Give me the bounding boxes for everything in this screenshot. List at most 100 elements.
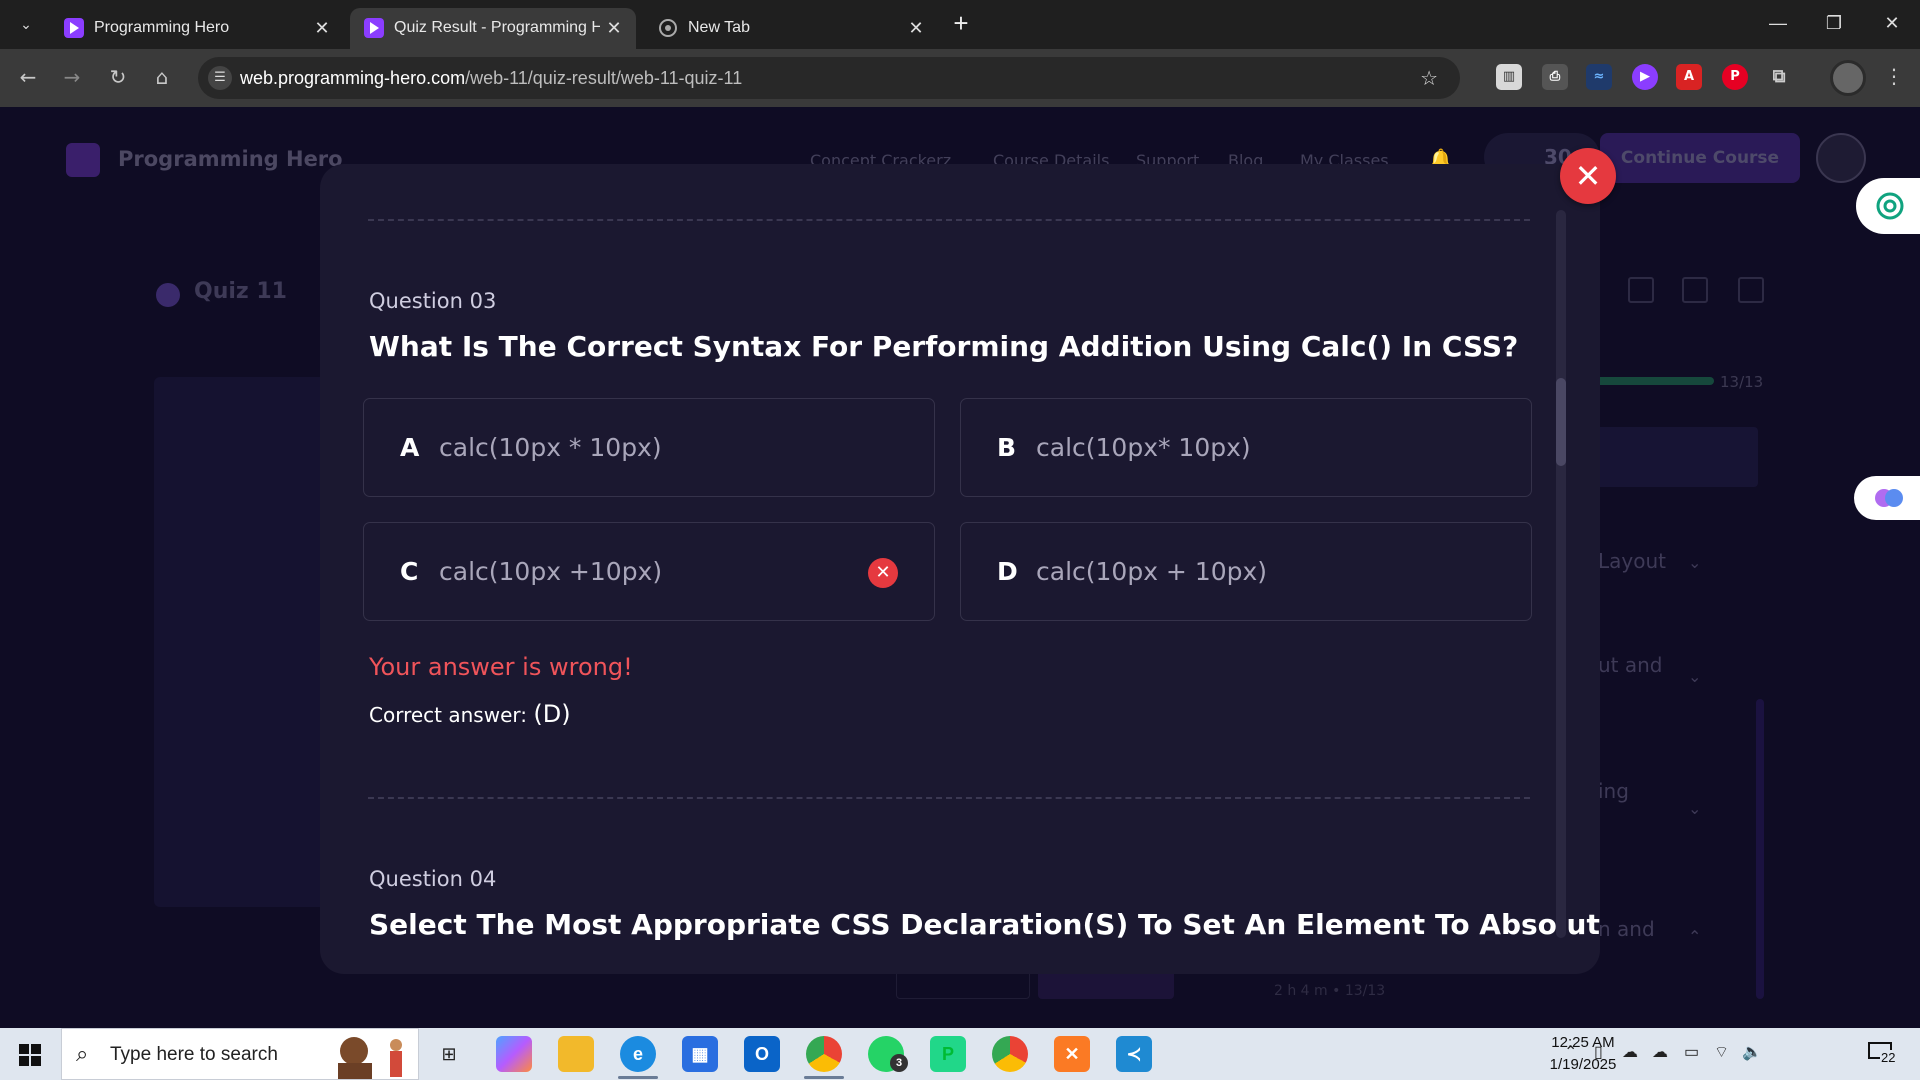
- chevron-down-icon[interactable]: ⌄: [1688, 799, 1701, 818]
- clock-time[interactable]: 12:25 AM: [1538, 1034, 1628, 1051]
- edge-icon[interactable]: e: [620, 1036, 656, 1072]
- tab-close-icon[interactable]: ✕: [312, 18, 332, 38]
- option-letter: D: [997, 557, 1018, 586]
- site-info-icon[interactable]: ☰: [208, 66, 232, 90]
- user-avatar[interactable]: [1816, 133, 1866, 183]
- home-icon[interactable]: ⌂: [148, 63, 176, 91]
- modal-scrollbar[interactable]: [1556, 210, 1566, 938]
- tab-programming-hero[interactable]: Programming Hero ✕: [50, 8, 344, 49]
- question-text: What Is The Correct Syntax For Performin…: [369, 330, 1519, 363]
- clock-date[interactable]: 1/19/2025: [1538, 1056, 1628, 1073]
- task-view-icon[interactable]: ⊞: [431, 1036, 467, 1072]
- extension-play-icon[interactable]: ▶: [1632, 64, 1658, 90]
- chrome-profile-icon[interactable]: [992, 1036, 1028, 1072]
- volume-icon[interactable]: 🔈: [1742, 1042, 1762, 1062]
- tab-search-icon[interactable]: ⌄: [14, 13, 38, 37]
- xampp-icon[interactable]: ✕: [1054, 1036, 1090, 1072]
- notifications-icon[interactable]: 22: [1868, 1040, 1900, 1068]
- extension-pdf-icon[interactable]: A: [1676, 64, 1702, 90]
- extension-wave-icon[interactable]: ≈: [1586, 64, 1612, 90]
- option-d[interactable]: D calc(10px + 10px): [960, 522, 1532, 621]
- course-meta: 2 h 4 m • 13/13: [1274, 983, 1386, 999]
- gift-icon[interactable]: [1682, 277, 1708, 303]
- wifi-icon[interactable]: ⌔: [1714, 1042, 1729, 1062]
- tab-quiz-result[interactable]: Quiz Result - Programming Her ✕: [350, 8, 636, 49]
- close-modal-button[interactable]: ✕: [1560, 148, 1616, 204]
- chevron-up-icon[interactable]: ⌃: [1688, 927, 1701, 946]
- module-row[interactable]: [1592, 427, 1758, 487]
- modal-scrollbar-thumb[interactable]: [1556, 378, 1566, 466]
- windows-taskbar: ⌕ Type here to search ⊞ e ▦ O 3 P ✕ ≺ ⌃ …: [0, 1028, 1920, 1080]
- brain-extension-icon[interactable]: [1854, 476, 1920, 520]
- extension-pinterest-icon[interactable]: P: [1722, 64, 1748, 90]
- progress-count: 13/13: [1720, 373, 1764, 391]
- back-arrow-icon[interactable]: ←: [14, 63, 42, 91]
- answer-feedback: Your answer is wrong!: [369, 653, 633, 681]
- chatgpt-extension-icon[interactable]: [1856, 178, 1920, 234]
- restore-icon[interactable]: ❐: [1814, 8, 1854, 38]
- new-tab-plus-icon[interactable]: +: [948, 10, 974, 37]
- quiz-title: Quiz 11: [194, 279, 287, 304]
- chrome-newtab-icon: [658, 18, 678, 38]
- brand-name: Programming Hero: [118, 147, 343, 171]
- chrome-icon[interactable]: [806, 1036, 842, 1072]
- reload-icon[interactable]: ↻: [104, 63, 132, 91]
- reading-list-icon[interactable]: ▥: [1496, 64, 1522, 90]
- pycharm-icon[interactable]: P: [930, 1036, 966, 1072]
- chrome-running-indicator: [804, 1076, 844, 1079]
- tab-title: New Tab: [688, 19, 750, 36]
- minimize-icon[interactable]: —: [1758, 8, 1798, 38]
- extensions-puzzle-icon[interactable]: ⧉: [1766, 64, 1792, 90]
- microsoft-store-icon[interactable]: ▦: [682, 1036, 718, 1072]
- bookmark-star-icon[interactable]: ☆: [1420, 66, 1438, 90]
- url-path: /web-11/quiz-result/web-11-quiz-11: [465, 68, 743, 88]
- question-text: Select The Most Appropriate CSS Declarat…: [369, 908, 1600, 941]
- tab-close-icon[interactable]: ✕: [604, 18, 624, 38]
- url-domain: web.programming-hero.com: [240, 68, 466, 88]
- browser-tab-strip: ⌄ Programming Hero ✕ Quiz Result - Progr…: [0, 0, 1920, 49]
- sidebar-scrollbar[interactable]: [1756, 699, 1764, 999]
- vscode-icon[interactable]: ≺: [1116, 1036, 1152, 1072]
- profile-avatar[interactable]: [1830, 60, 1866, 96]
- accordion-label[interactable]: Layout: [1598, 549, 1666, 573]
- notes-icon[interactable]: [1628, 277, 1654, 303]
- accordion-label[interactable]: ut and: [1598, 653, 1663, 677]
- quiz-icon: [156, 283, 180, 307]
- address-bar[interactable]: ☰ web.programming-hero.com/web-11/quiz-r…: [198, 57, 1460, 99]
- outlook-icon[interactable]: O: [744, 1036, 780, 1072]
- copilot-icon[interactable]: [496, 1036, 532, 1072]
- notification-count: 22: [1880, 1050, 1897, 1065]
- tab-close-icon[interactable]: ✕: [906, 18, 926, 38]
- url-text[interactable]: web.programming-hero.com/web-11/quiz-res…: [240, 68, 742, 89]
- browser-menu-icon[interactable]: ⋮: [1884, 64, 1904, 88]
- search-highlight-image: [330, 1031, 416, 1079]
- option-text: calc(10px +10px): [439, 557, 663, 586]
- onedrive-error-icon[interactable]: ☁: [1652, 1042, 1668, 1062]
- whatsapp-badge: 3: [890, 1054, 908, 1072]
- tab-new-tab[interactable]: New Tab ✕: [644, 8, 938, 49]
- battery-icon[interactable]: ▭: [1684, 1042, 1699, 1062]
- windows-start-icon[interactable]: [19, 1044, 41, 1066]
- extension-printer-icon[interactable]: ⎙: [1542, 64, 1568, 90]
- accordion-label[interactable]: n and: [1598, 917, 1655, 941]
- file-explorer-icon[interactable]: [558, 1036, 594, 1072]
- window-close-icon[interactable]: ✕: [1872, 8, 1912, 38]
- option-b[interactable]: B calc(10px* 10px): [960, 398, 1532, 497]
- continue-course-button[interactable]: Continue Course: [1600, 133, 1800, 183]
- whatsapp-icon[interactable]: 3: [868, 1036, 908, 1072]
- search-placeholder: Type here to search: [110, 1044, 278, 1065]
- programming-hero-favicon-icon: [64, 18, 84, 38]
- option-text: calc(10px* 10px): [1036, 433, 1251, 462]
- option-a[interactable]: A calc(10px * 10px): [363, 398, 935, 497]
- taskbar-search[interactable]: ⌕ Type here to search: [61, 1028, 419, 1080]
- chevron-down-icon[interactable]: ⌄: [1688, 667, 1701, 686]
- bookmark-icon[interactable]: [1738, 277, 1764, 303]
- brand-logo-icon: [66, 143, 100, 177]
- accordion-label[interactable]: ing: [1598, 779, 1629, 803]
- option-c[interactable]: C calc(10px +10px) ✕: [363, 522, 935, 621]
- forward-arrow-icon[interactable]: →: [58, 63, 86, 91]
- option-letter: B: [997, 433, 1017, 462]
- course-progress-bar: [1592, 377, 1714, 385]
- chevron-down-icon[interactable]: ⌄: [1688, 553, 1701, 572]
- option-text: calc(10px * 10px): [439, 433, 662, 462]
